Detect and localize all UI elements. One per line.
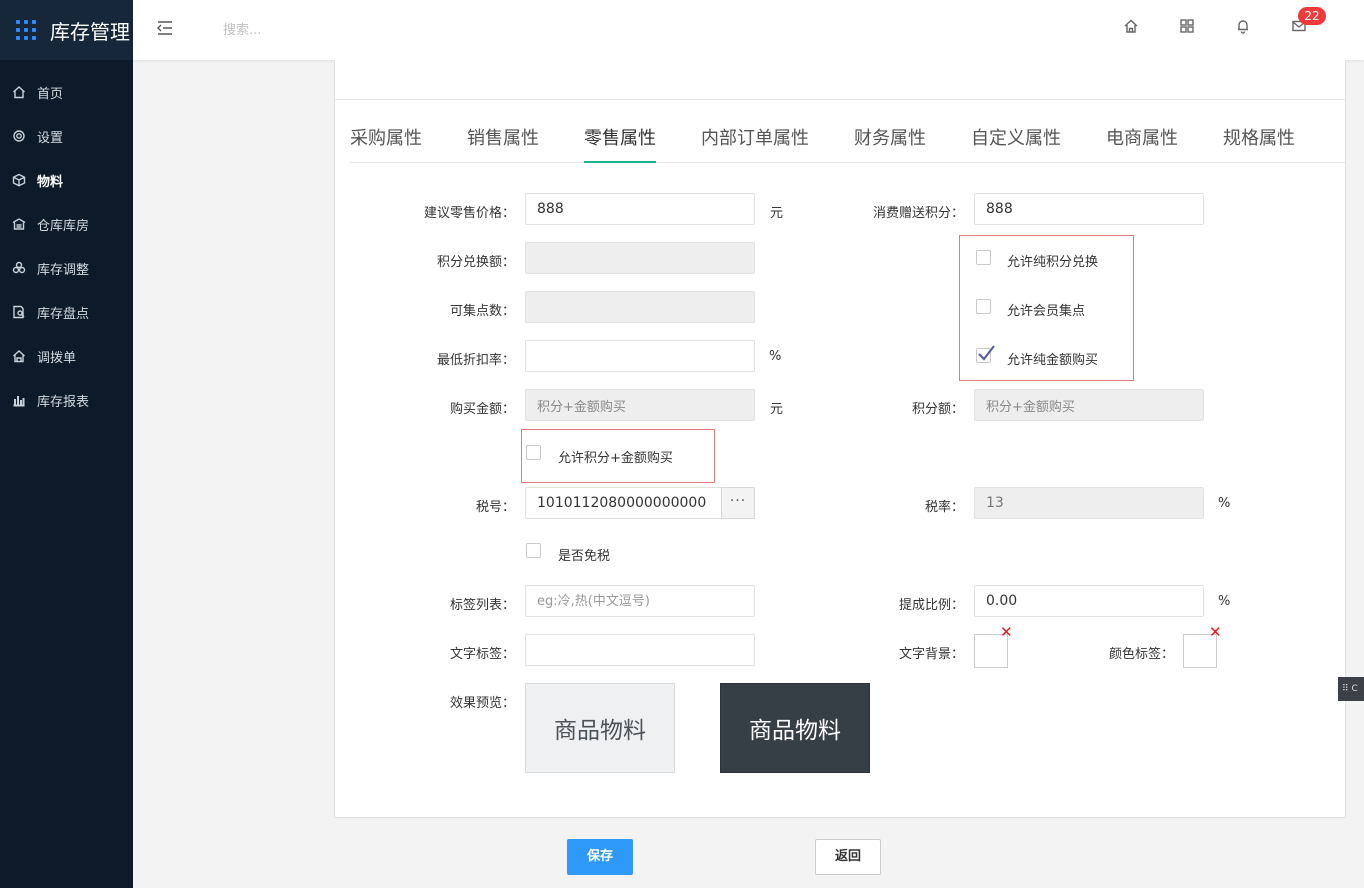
tab-internal-order[interactable]: 内部订单属性 bbox=[701, 124, 809, 163]
points-exchange-label: 积分兑换额： bbox=[436, 255, 515, 270]
commission-input[interactable] bbox=[974, 585, 1204, 617]
sidebar-item-stock-count[interactable]: 库存盘点 bbox=[0, 290, 133, 334]
tab-purchase[interactable]: 采购属性 bbox=[350, 124, 422, 163]
points-reward-label: 消费赠送积分： bbox=[872, 206, 964, 221]
sidebar-item-label: 首页 bbox=[37, 86, 64, 102]
sidebar-item-transfer[interactable]: 调拨单 bbox=[0, 334, 133, 378]
allow-pure-points-checkbox[interactable] bbox=[976, 250, 991, 265]
purchase-amount-unit: 元 bbox=[770, 402, 784, 417]
points-exchange-input bbox=[525, 242, 755, 274]
allow-points-cash-checkbox[interactable] bbox=[526, 445, 541, 460]
allow-member-collect-checkbox[interactable] bbox=[976, 299, 991, 314]
tab-sales[interactable]: 销售属性 bbox=[467, 124, 539, 163]
sidebar-item-label: 物料 bbox=[37, 174, 64, 190]
commission-label: 提成比例： bbox=[898, 598, 964, 613]
home-icon bbox=[12, 85, 26, 99]
min-discount-input[interactable] bbox=[525, 340, 755, 372]
allow-member-collect-label: 允许会员集点 bbox=[1007, 304, 1086, 319]
save-button[interactable]: 保存 bbox=[567, 839, 633, 875]
bell-icon[interactable] bbox=[1235, 18, 1253, 36]
menu-collapse-icon[interactable] bbox=[155, 18, 175, 38]
back-button[interactable]: 返回 bbox=[815, 839, 881, 875]
attribute-tabs: 采购属性 销售属性 零售属性 内部订单属性 财务属性 自定义属性 电商属性 规格… bbox=[350, 124, 1345, 163]
tax-rate-unit: % bbox=[1218, 496, 1231, 511]
suggested-price-input[interactable] bbox=[525, 193, 755, 225]
tax-rate-label: 税率： bbox=[924, 500, 964, 515]
search-input[interactable] bbox=[223, 18, 423, 42]
tax-exempt-label: 是否免税 bbox=[558, 549, 611, 564]
tax-code-label: 税号： bbox=[475, 500, 515, 515]
mail-count-badge: 22 bbox=[1298, 7, 1326, 25]
points-amount-label: 积分额： bbox=[911, 402, 964, 417]
divider bbox=[335, 99, 1345, 100]
allow-pure-cash-label: 允许纯金额购买 bbox=[1007, 353, 1099, 368]
color-tag-label: 颜色标签： bbox=[1108, 647, 1174, 662]
tax-rate-input bbox=[974, 487, 1204, 519]
tab-finance[interactable]: 财务属性 bbox=[854, 124, 926, 163]
home-icon[interactable] bbox=[1123, 18, 1141, 36]
sidebar-item-label: 库存盘点 bbox=[37, 306, 90, 322]
text-bg-label: 文字背景： bbox=[898, 647, 964, 662]
tab-spec[interactable]: 规格属性 bbox=[1223, 124, 1295, 163]
adjust-icon bbox=[12, 261, 26, 275]
tax-exempt-checkbox[interactable] bbox=[526, 543, 541, 558]
app-title: 库存管理 bbox=[50, 19, 130, 44]
top-header: 22 bbox=[133, 0, 1364, 60]
bar-chart-icon bbox=[12, 393, 26, 407]
allow-points-cash-label: 允许积分+金额购买 bbox=[558, 451, 673, 466]
text-tag-input[interactable] bbox=[525, 634, 755, 666]
tag-list-input[interactable] bbox=[525, 585, 755, 617]
inventory-icon bbox=[12, 305, 26, 319]
text-tag-label: 文字标签： bbox=[449, 647, 515, 662]
tax-code-input[interactable] bbox=[525, 487, 722, 519]
material-form-card: 采购属性 销售属性 零售属性 内部订单属性 财务属性 自定义属性 电商属性 规格… bbox=[334, 60, 1346, 818]
points-reward-input[interactable] bbox=[974, 193, 1204, 225]
sidebar-item-label: 仓库库房 bbox=[37, 218, 90, 234]
tab-retail[interactable]: 零售属性 bbox=[584, 124, 656, 163]
purchase-amount-input bbox=[525, 389, 755, 421]
tab-ecommerce[interactable]: 电商属性 bbox=[1106, 124, 1178, 163]
side-panel-handle[interactable]: ⠿ C bbox=[1338, 677, 1364, 701]
tag-list-label: 标签列表： bbox=[449, 598, 515, 613]
discount-unit: % bbox=[769, 349, 782, 364]
sidebar-item-label: 库存报表 bbox=[37, 394, 90, 410]
apps-icon[interactable] bbox=[1179, 18, 1197, 36]
min-discount-label: 最低折扣率： bbox=[436, 353, 515, 368]
sidebar-item-label: 设置 bbox=[37, 130, 64, 146]
clear-color-tag-icon[interactable]: ✕ bbox=[1209, 625, 1222, 640]
sidebar-item-settings[interactable]: 设置 bbox=[0, 114, 133, 158]
sidebar-item-stock-adjust[interactable]: 库存调整 bbox=[0, 246, 133, 290]
gear-icon bbox=[12, 129, 26, 143]
sidebar-item-warehouse[interactable]: 仓库库房 bbox=[0, 202, 133, 246]
tab-custom[interactable]: 自定义属性 bbox=[971, 124, 1061, 163]
clear-text-bg-icon[interactable]: ✕ bbox=[1000, 625, 1013, 640]
collect-points-input bbox=[525, 291, 755, 323]
purchase-amount-label: 购买金额： bbox=[449, 402, 515, 417]
preview-light: 商品物料 bbox=[525, 683, 675, 773]
sidebar-nav: 首页 设置 物料 仓库库房 库存调整 库存盘点 调拨单 库存报表 bbox=[0, 60, 133, 422]
transfer-icon bbox=[12, 349, 26, 363]
preview-label: 效果预览： bbox=[449, 696, 515, 711]
sidebar-item-stock-report[interactable]: 库存报表 bbox=[0, 378, 133, 422]
allow-pure-points-label: 允许纯积分兑换 bbox=[1007, 255, 1099, 270]
collect-points-label: 可集点数： bbox=[449, 304, 515, 319]
sidebar-item-label: 库存调整 bbox=[37, 262, 90, 278]
sidebar-item-label: 调拨单 bbox=[37, 350, 77, 366]
commission-unit: % bbox=[1218, 594, 1231, 609]
cube-icon bbox=[12, 173, 26, 187]
sidebar: 库存管理 首页 设置 物料 仓库库房 库存调整 库存盘点 调拨单 库存报表 bbox=[0, 0, 133, 888]
sidebar-item-materials[interactable]: 物料 bbox=[0, 158, 133, 202]
preview-dark: 商品物料 bbox=[720, 683, 870, 773]
tax-code-picker-button[interactable]: ··· bbox=[721, 487, 755, 519]
points-amount-input bbox=[974, 389, 1204, 421]
app-grid-icon bbox=[16, 20, 36, 40]
price-unit: 元 bbox=[770, 206, 784, 221]
brand: 库存管理 bbox=[0, 0, 133, 60]
sidebar-item-home[interactable]: 首页 bbox=[0, 70, 133, 114]
warehouse-icon bbox=[12, 217, 26, 231]
suggested-price-label: 建议零售价格： bbox=[423, 206, 515, 221]
checkmark-icon bbox=[978, 345, 995, 361]
